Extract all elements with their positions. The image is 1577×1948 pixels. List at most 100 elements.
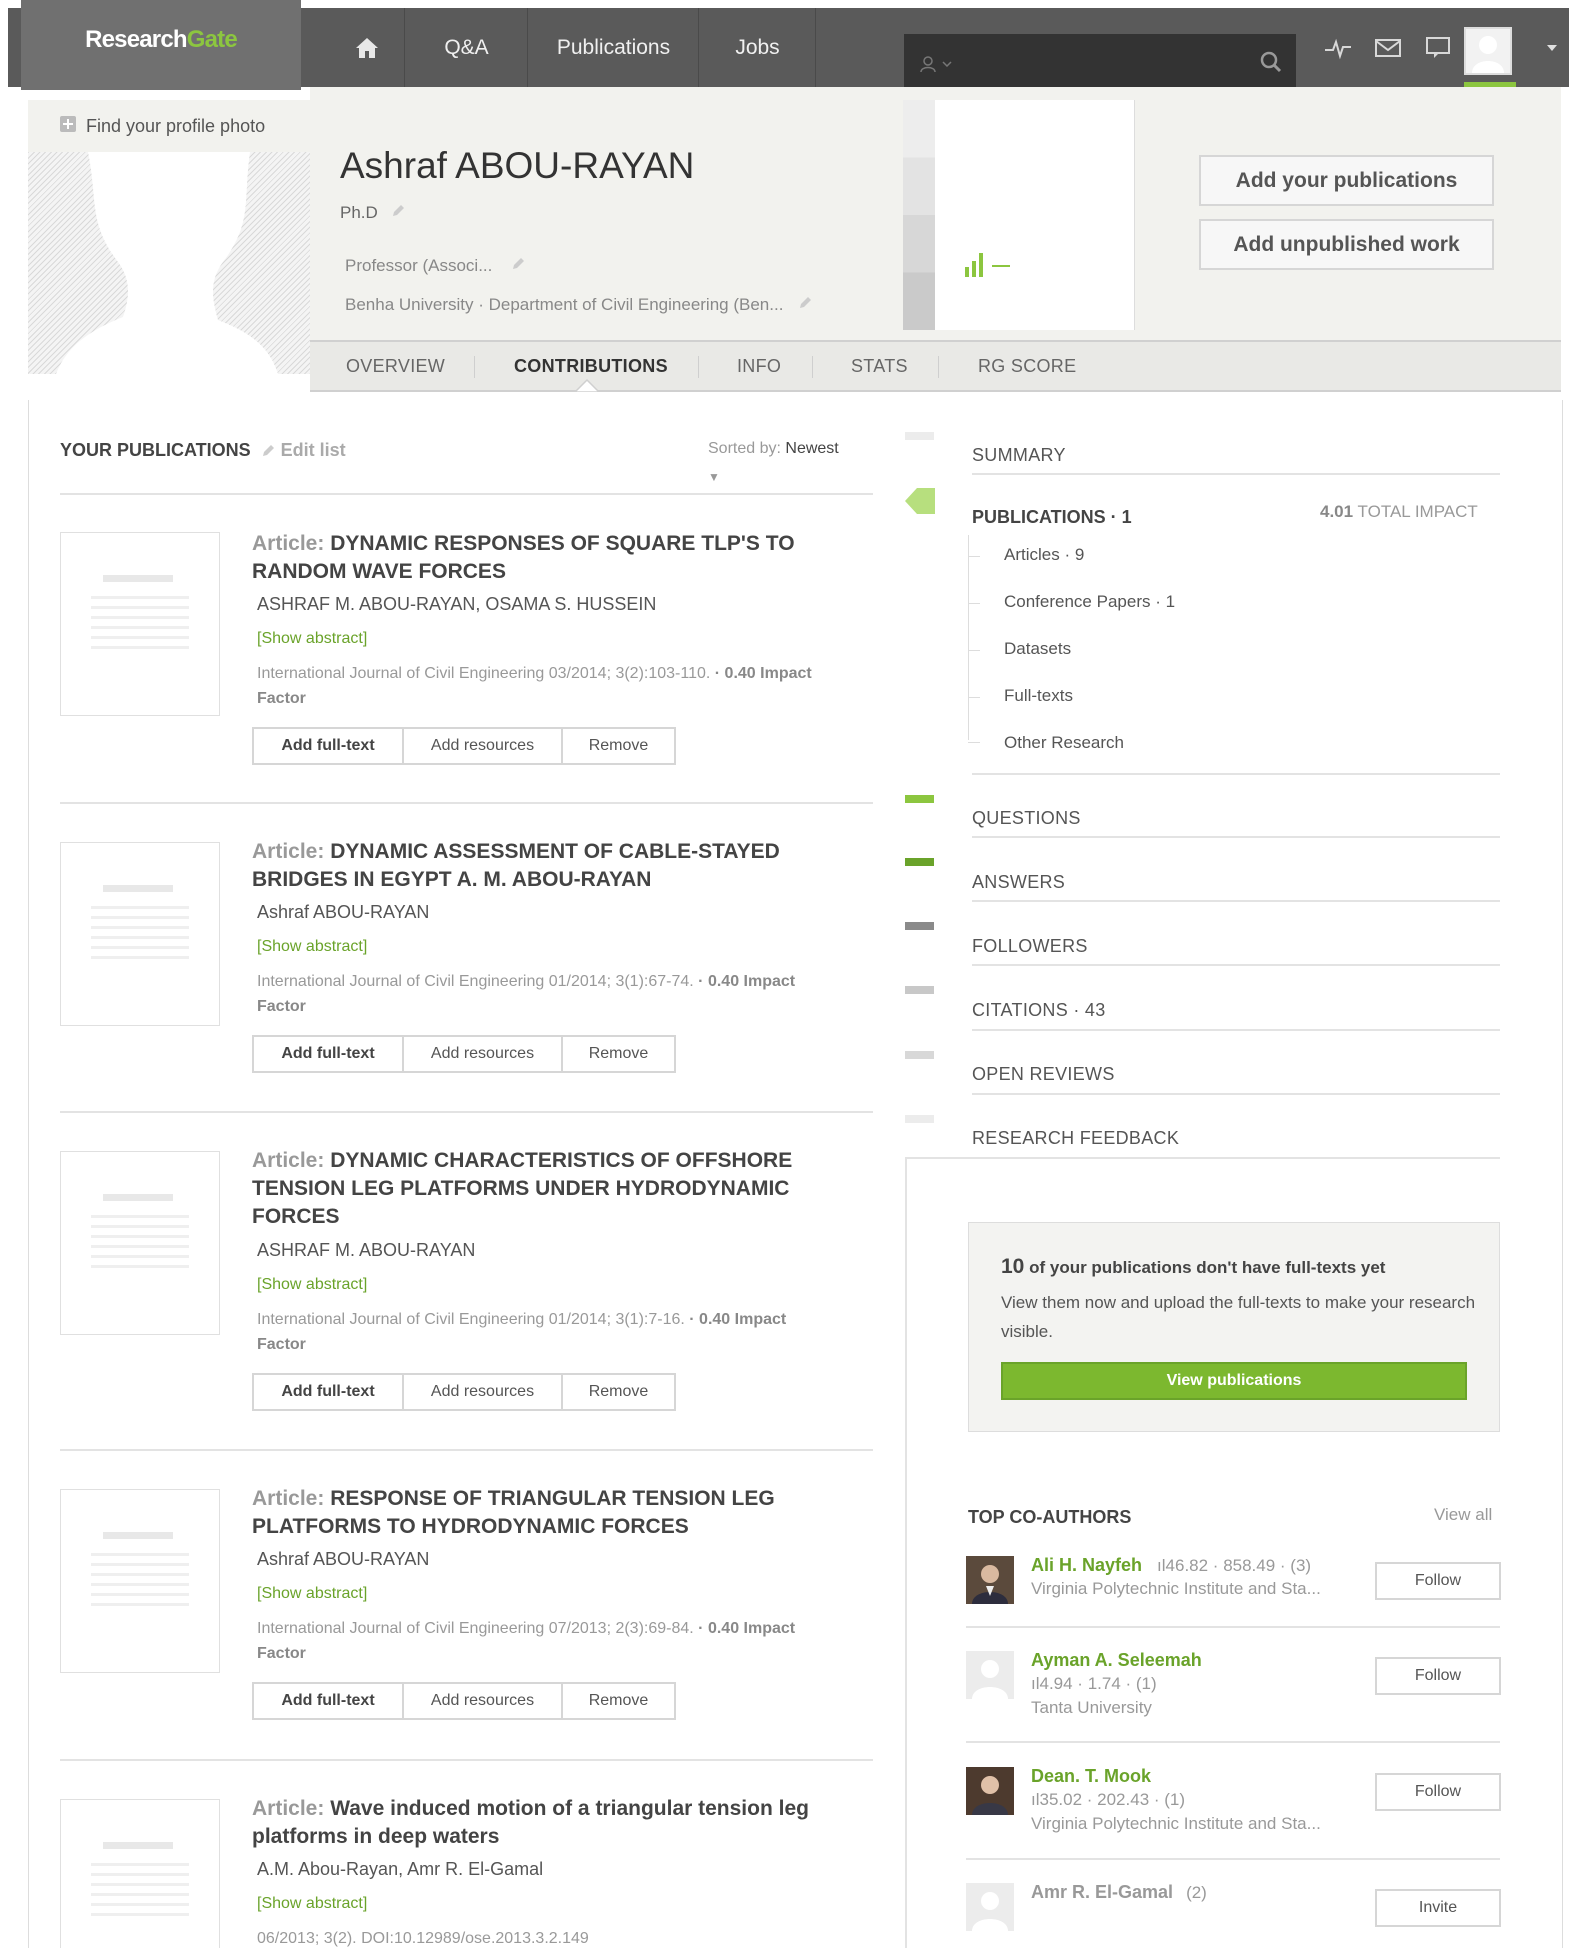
publication-title[interactable]: Article: DYNAMIC ASSESSMENT OF CABLE-STA… (252, 838, 852, 894)
publication-thumbnail[interactable] (60, 1151, 220, 1335)
nav-qa[interactable]: Q&A (406, 8, 528, 87)
home-icon[interactable] (330, 8, 405, 87)
follow-button[interactable]: Follow (1375, 1657, 1501, 1695)
publication-thumbnail[interactable] (60, 532, 220, 716)
publication-title[interactable]: Article: DYNAMIC CHARACTERISTICS OF OFFS… (252, 1147, 812, 1231)
researchgate-logo[interactable]: Research Gate (21, 0, 301, 90)
sort-dropdown[interactable]: Sorted by: Newest (708, 440, 839, 458)
tab-overview[interactable]: OVERVIEW (346, 342, 445, 390)
remove-button[interactable]: Remove (561, 727, 676, 765)
view-all-link[interactable]: View all (1434, 1505, 1492, 1525)
coauthor-avatar[interactable] (966, 1883, 1014, 1931)
coauthor-institution[interactable]: Virginia Polytechnic Institute and Sta..… (1031, 1814, 1321, 1834)
remove-button[interactable]: Remove (561, 1035, 676, 1073)
publication-thumbnail[interactable] (60, 1799, 220, 1948)
profile-photo-placeholder[interactable] (28, 152, 310, 374)
account-menu-chevron-icon[interactable] (1538, 8, 1566, 87)
sidebar-followers[interactable]: FOLLOWERS (972, 936, 1500, 957)
remove-button[interactable]: Remove (561, 1373, 676, 1411)
add-resources-button[interactable]: Add resources (402, 1035, 563, 1073)
profile-affiliation: Benha University · Department of Civil E… (345, 295, 812, 315)
show-abstract-link[interactable]: [Show abstract] (257, 630, 367, 648)
tab-info[interactable]: INFO (737, 342, 781, 390)
sidebar-citations[interactable]: CITATIONS · 43 (972, 1000, 1500, 1021)
publication-thumbnail[interactable] (60, 1489, 220, 1673)
show-abstract-link[interactable]: [Show abstract] (257, 938, 367, 956)
logo-text-accent: Gate (186, 25, 238, 53)
follow-button[interactable]: Follow (1375, 1562, 1501, 1600)
promo-title-text: of your publications don't have full-tex… (1029, 1258, 1386, 1277)
publication-authors[interactable]: ASHRAF M. ABOU-RAYAN (257, 1240, 475, 1261)
publication-authors[interactable]: ASHRAF M. ABOU-RAYAN, OSAMA S. HUSSEIN (257, 594, 656, 615)
sidebar-sub-fulltexts[interactable]: Full-texts (1004, 686, 1073, 706)
publication-authors[interactable]: Ashraf ABOU-RAYAN (257, 1549, 429, 1570)
sidebar-sub-articles[interactable]: Articles · 9 (1004, 545, 1084, 565)
edit-list-link[interactable]: Edit list (261, 440, 346, 461)
nav-jobs[interactable]: Jobs (700, 8, 816, 87)
sidebar-sub-conference-papers[interactable]: Conference Papers · 1 (1004, 592, 1175, 612)
user-filter-icon[interactable] (918, 54, 952, 74)
profile-position: Professor (Associ... (345, 256, 525, 276)
rg-score-box[interactable] (935, 100, 1135, 330)
show-abstract-link[interactable]: [Show abstract] (257, 1585, 367, 1603)
view-publications-button[interactable]: View publications (1001, 1362, 1467, 1400)
remove-button[interactable]: Remove (561, 1682, 676, 1720)
sidebar-publications[interactable]: PUBLICATIONS · 1 (972, 507, 1132, 528)
coauthor-name[interactable]: Ali H. Nayfeh ıl46.82 · 858.49 · (3) (1031, 1555, 1311, 1576)
sidebar-open-reviews[interactable]: OPEN REVIEWS (972, 1064, 1500, 1085)
invite-button[interactable]: Invite (1375, 1889, 1501, 1927)
coauthor-institution[interactable]: Tanta University (1031, 1698, 1152, 1718)
add-resources-button[interactable]: Add resources (402, 1373, 563, 1411)
add-publications-button[interactable]: Add your publications (1199, 155, 1494, 206)
publication-thumbnail[interactable] (60, 842, 220, 1026)
messages-icon[interactable] (1418, 8, 1458, 87)
coauthor-avatar[interactable] (966, 1556, 1014, 1604)
coauthor-institution[interactable]: Virginia Polytechnic Institute and Sta..… (1031, 1579, 1321, 1599)
add-resources-button[interactable]: Add resources (402, 1682, 563, 1720)
show-abstract-link[interactable]: [Show abstract] (257, 1276, 367, 1294)
publication-actions: Add full-text Add resources Remove (252, 1682, 676, 1720)
search-icon[interactable] (1260, 51, 1282, 78)
sidebar-sub-other-research[interactable]: Other Research (1004, 733, 1124, 753)
add-resources-button[interactable]: Add resources (402, 727, 563, 765)
coauthor-name[interactable]: Ayman A. Seleemah (1031, 1650, 1202, 1671)
follow-button[interactable]: Follow (1375, 1773, 1501, 1811)
add-fulltext-button[interactable]: Add full-text (252, 1682, 404, 1720)
coauthor-avatar[interactable] (966, 1651, 1014, 1699)
add-fulltext-button[interactable]: Add full-text (252, 1035, 404, 1073)
sidebar-research-feedback[interactable]: RESEARCH FEEDBACK (972, 1128, 1500, 1149)
publication-authors[interactable]: Ashraf ABOU-RAYAN (257, 902, 429, 923)
user-avatar[interactable] (1464, 27, 1512, 75)
sidebar-summary[interactable]: SUMMARY (972, 445, 1500, 466)
sidebar-sub-datasets[interactable]: Datasets (1004, 639, 1071, 659)
activity-icon[interactable] (1318, 8, 1358, 87)
tree-tick (968, 697, 980, 698)
coauthor-stats-text: 46.82 · 858.49 · (3) (1165, 1556, 1312, 1575)
find-photo-link[interactable]: Find your profile photo (28, 100, 310, 152)
add-unpublished-button[interactable]: Add unpublished work (1199, 219, 1494, 270)
publication-title[interactable]: Article: Wave induced motion of a triang… (252, 1795, 852, 1851)
add-fulltext-button[interactable]: Add full-text (252, 1373, 404, 1411)
search-input[interactable] (904, 34, 1296, 94)
edit-pencil-icon[interactable] (798, 295, 812, 314)
coauthor-name[interactable]: Amr R. El-Gamal (2) (1031, 1882, 1207, 1903)
sidebar-answers[interactable]: ANSWERS (972, 872, 1500, 893)
tab-divider (474, 356, 475, 378)
show-abstract-link[interactable]: [Show abstract] (257, 1895, 367, 1913)
publication-authors[interactable]: A.M. Abou-Rayan, Amr R. El-Gamal (257, 1859, 543, 1880)
mail-icon[interactable] (1368, 8, 1408, 87)
coauthor-name[interactable]: Dean. T. Mook (1031, 1766, 1151, 1787)
divider (60, 802, 873, 804)
publication-title[interactable]: Article: RESPONSE OF TRIANGULAR TENSION … (252, 1485, 852, 1541)
edit-pencil-icon[interactable] (391, 203, 405, 222)
edit-pencil-icon[interactable] (511, 256, 525, 275)
sidebar-questions[interactable]: QUESTIONS (972, 808, 1500, 829)
nav-publications[interactable]: Publications (529, 8, 699, 87)
sort-chevron-icon[interactable]: ▼ (708, 470, 720, 484)
tree-line (968, 535, 969, 740)
coauthor-avatar[interactable] (966, 1767, 1014, 1815)
add-fulltext-button[interactable]: Add full-text (252, 727, 404, 765)
publication-title[interactable]: Article: DYNAMIC RESPONSES OF SQUARE TLP… (252, 530, 852, 586)
tab-rg-score[interactable]: RG SCORE (978, 342, 1076, 390)
tab-stats[interactable]: STATS (851, 342, 908, 390)
